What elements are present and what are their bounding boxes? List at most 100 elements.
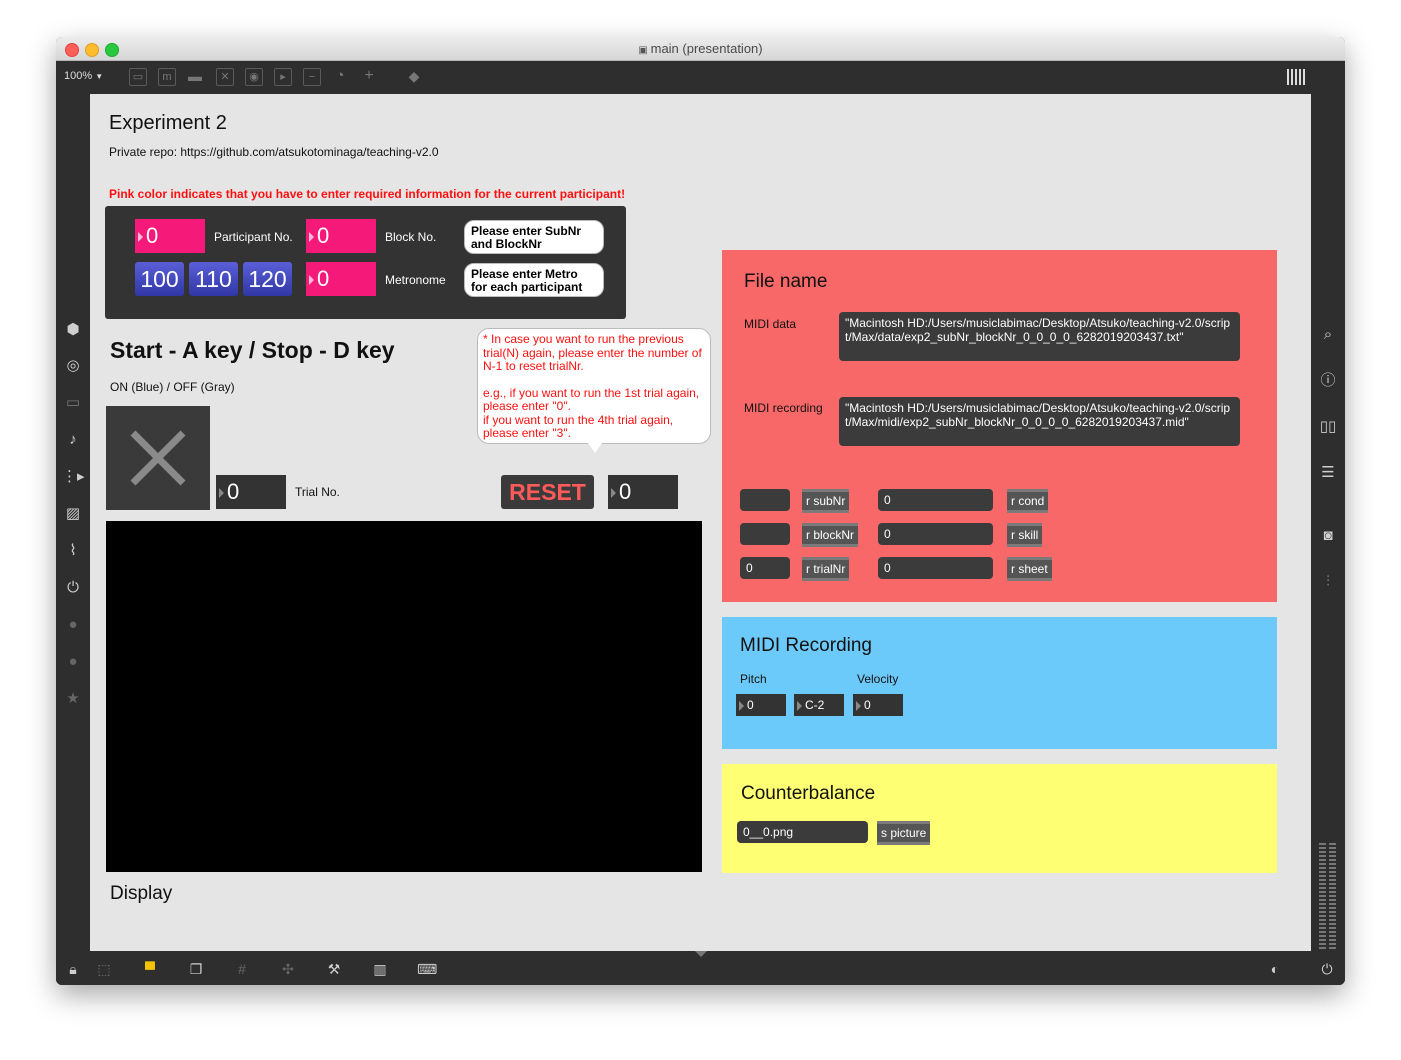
keyboard-icon[interactable]: ⌨: [417, 960, 437, 978]
new-number-icon[interactable]: ▸: [274, 68, 292, 86]
sequence-icon[interactable]: ⋮▸: [62, 466, 85, 488]
reset-note-line-2: e.g., if you want to run the 1st trial a…: [483, 385, 700, 413]
grid-view-icon[interactable]: [1287, 69, 1307, 85]
new-message-icon[interactable]: m: [158, 68, 176, 86]
pitch-number-box[interactable]: 0: [736, 694, 786, 716]
b-badge-icon[interactable]: ●: [62, 651, 84, 673]
skill-value-box[interactable]: 0: [878, 523, 993, 545]
meter-left: [1319, 841, 1326, 949]
image-icon[interactable]: ▨: [62, 503, 84, 525]
audio-status-icon[interactable]: ◐: [1266, 960, 1284, 978]
search-icon[interactable]: ⌕: [1317, 324, 1339, 346]
pitch-label: Pitch: [740, 672, 767, 686]
display-area: [106, 521, 702, 872]
windows-icon[interactable]: ❐: [187, 960, 205, 978]
metronome-label: Metronome: [385, 273, 446, 287]
tempo-110-button[interactable]: 110: [189, 262, 238, 296]
page-title: Experiment 2: [109, 112, 227, 134]
midi-data-path[interactable]: "Macintosh HD:/Users/musiclabimac/Deskto…: [839, 312, 1240, 361]
paperclip-icon[interactable]: ⌇: [62, 540, 84, 562]
new-object-icon[interactable]: ▭: [129, 68, 147, 86]
velocity-number-box[interactable]: 0: [853, 694, 903, 716]
presentation-mode-icon[interactable]: ▀: [141, 960, 159, 978]
pitch-note-box[interactable]: C-2: [794, 694, 844, 716]
target-icon[interactable]: ◎: [62, 355, 84, 377]
grid-icon[interactable]: #: [233, 960, 251, 978]
book-icon[interactable]: ▯▯: [1317, 416, 1339, 438]
trialnr-value-box[interactable]: 0: [740, 557, 790, 579]
right-sidebar: ⌕ ⓘ ▯▯ ☰ ◙ ⫶: [1311, 94, 1345, 951]
participant-panel: 0 Participant No. 0 Block No. Please ent…: [105, 206, 626, 319]
repo-text: Private repo: https://github.com/atsukot…: [109, 145, 439, 159]
counterbalance-title: Counterbalance: [741, 783, 876, 804]
receive-subnr: r subNr: [802, 489, 850, 513]
warning-text: Pink color indicates that you have to en…: [109, 187, 626, 201]
new-dial-icon[interactable]: ◔: [332, 68, 348, 84]
new-button-icon[interactable]: ✕: [216, 68, 234, 86]
piano-icon[interactable]: ▥: [371, 960, 389, 978]
reset-note-bubble: * In case you want to run the previous t…: [477, 328, 711, 444]
trial-label: Trial No.: [295, 485, 340, 499]
reset-button[interactable]: RESET: [501, 475, 594, 509]
info-icon[interactable]: ⓘ: [1317, 370, 1339, 392]
subnr-hint-bubble: Please enter SubNr and BlockNr: [464, 220, 604, 254]
mixer-icon[interactable]: ⫶: [1317, 571, 1339, 593]
reset-note-line-1: * In case you want to run the previous t…: [483, 332, 702, 373]
trial-number-box[interactable]: 0: [216, 475, 286, 509]
file-name-panel: File name MIDI data "Macintosh HD:/Users…: [722, 250, 1277, 602]
onoff-label: ON (Blue) / OFF (Gray): [110, 380, 235, 394]
new-slider-icon[interactable]: −: [303, 68, 321, 86]
wrench-icon[interactable]: ⚒: [325, 960, 343, 978]
cond-value-box[interactable]: 0: [878, 489, 993, 511]
participant-number-box[interactable]: 0: [135, 219, 205, 253]
midi-recording-title: MIDI Recording: [740, 635, 872, 656]
metronome-box[interactable]: 0: [306, 262, 376, 296]
new-toggle-icon[interactable]: ◉: [245, 68, 263, 86]
v-badge-icon[interactable]: ●: [62, 614, 84, 636]
package-icon[interactable]: ⬢: [62, 319, 84, 341]
participant-label: Participant No.: [214, 230, 293, 244]
bottom-toolbar: 🔒︎ ⬚ ▀ ❐ # ✣ ⚒ ▥ ⌨ ◐ ⏻: [56, 951, 1345, 985]
tempo-120-button[interactable]: 120: [243, 262, 292, 296]
picture-file-box[interactable]: 0__0.png: [737, 821, 868, 843]
camera-icon[interactable]: ◙: [1317, 525, 1339, 547]
block-label: Block No.: [385, 230, 437, 244]
blocknr-value-box[interactable]: [740, 523, 790, 545]
start-toggle[interactable]: [106, 406, 210, 510]
plug-icon[interactable]: ⏻: [62, 577, 84, 599]
new-comment-icon[interactable]: ▬: [187, 68, 203, 84]
block-number-box[interactable]: 0: [306, 219, 376, 253]
max-window: ▣ main (presentation) 100% ▼ ▭ m ▬ ✕ ◉ ▸…: [56, 37, 1345, 985]
patcher-file-icon: ▣: [638, 45, 651, 56]
metro-hint-bubble: Please enter Metro for each participant: [464, 263, 604, 297]
zoom-level: 100%: [64, 70, 93, 82]
star-icon[interactable]: ★: [62, 688, 84, 710]
add-patch-icon[interactable]: ✣: [279, 960, 297, 978]
bottom-drawer-handle[interactable]: [695, 951, 707, 957]
window-title: ▣ main (presentation): [56, 41, 1345, 56]
zoom-menu[interactable]: 100% ▼: [64, 70, 103, 82]
paint-bucket-icon[interactable]: ◆: [406, 68, 422, 84]
display-label: Display: [110, 883, 173, 904]
midi-recording-path[interactable]: "Macintosh HD:/Users/musiclabimac/Deskto…: [839, 397, 1240, 446]
bubble-tail: [588, 443, 602, 453]
subnr-value-box[interactable]: [740, 489, 790, 511]
lock-icon[interactable]: 🔒︎: [64, 960, 82, 978]
reset-note-line-3: if you want to run the 4th trial again, …: [483, 412, 674, 440]
film-icon[interactable]: ▭: [62, 392, 84, 414]
power-icon[interactable]: ⏻: [1318, 960, 1336, 978]
receive-trialnr: r trialNr: [802, 557, 850, 581]
send-picture: s picture: [877, 821, 931, 845]
receive-sheet: r sheet: [1007, 557, 1052, 581]
velocity-label: Velocity: [857, 672, 899, 686]
list-icon[interactable]: ☰: [1317, 462, 1339, 484]
reset-number-box[interactable]: 0: [608, 475, 678, 509]
receive-skill: r skill: [1007, 523, 1043, 547]
tempo-100-button[interactable]: 100: [135, 262, 184, 296]
music-note-icon[interactable]: ♪: [62, 429, 84, 451]
left-sidebar: ⬢ ◎ ▭ ♪ ⋮▸ ▨ ⌇ ⏻ ● ● ★: [56, 94, 90, 951]
add-object-icon[interactable]: +: [361, 68, 377, 84]
meter-right: [1329, 841, 1336, 949]
sheet-value-box[interactable]: 0: [878, 557, 993, 579]
edit-select-icon[interactable]: ⬚: [95, 960, 113, 978]
